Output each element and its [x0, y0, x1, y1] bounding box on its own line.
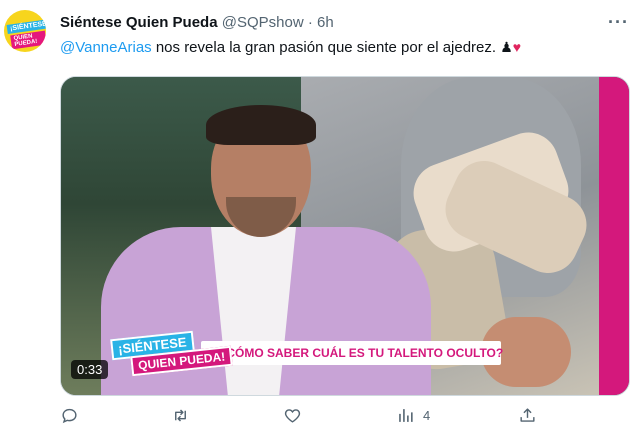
- author-avatar[interactable]: ¡SIÉNTESE QUIEN PUEDA!: [4, 10, 46, 52]
- reply-icon: [62, 408, 77, 424]
- like-button[interactable]: [283, 406, 310, 425]
- video-player[interactable]: ¿CÓMO SABER CUÁL ES TU TALENTO OCULTO? ¡…: [60, 76, 630, 396]
- views-count: 4: [423, 408, 431, 423]
- reply-button[interactable]: [60, 406, 87, 425]
- more-options-icon[interactable]: ···: [608, 12, 629, 33]
- host-hair: [206, 105, 316, 145]
- avatar-logo-line2: QUIEN PUEDA!: [10, 30, 46, 50]
- header-separator: ·: [303, 14, 317, 31]
- heart-icon: [284, 409, 301, 423]
- views-icon: [399, 409, 413, 422]
- share-button[interactable]: [518, 406, 537, 425]
- tweet-text: @VanneArias nos revela la gran pasión qu…: [60, 39, 521, 56]
- lower-third: ¿CÓMO SABER CUÁL ES TU TALENTO OCULTO? ¡…: [110, 330, 504, 377]
- mention-link[interactable]: @VanneArias: [60, 39, 152, 56]
- video-duration: 0:33: [71, 360, 109, 379]
- tweet-time[interactable]: 6h: [317, 14, 334, 31]
- views-button[interactable]: 4: [396, 406, 430, 425]
- chess-pawn-emoji: ♟: [500, 39, 513, 55]
- author-handle[interactable]: @SQPshow: [222, 14, 304, 31]
- heart-emoji: ♥: [512, 39, 522, 55]
- tweet-body: nos revela la gran pasión que siente por…: [151, 39, 501, 56]
- retweet-button[interactable]: [171, 406, 198, 425]
- video-caption: ¿CÓMO SABER CUÁL ES TU TALENTO OCULTO?: [219, 346, 504, 360]
- tweet-actions: 4: [0, 406, 643, 436]
- author-name[interactable]: Siéntese Quien Pueda: [60, 14, 218, 31]
- studio-pink-panel: [599, 77, 629, 395]
- retweet-icon: [175, 409, 186, 422]
- share-icon: [520, 408, 535, 422]
- tweet-header: Siéntese Quien Pueda @SQPshow · 6h: [60, 14, 334, 31]
